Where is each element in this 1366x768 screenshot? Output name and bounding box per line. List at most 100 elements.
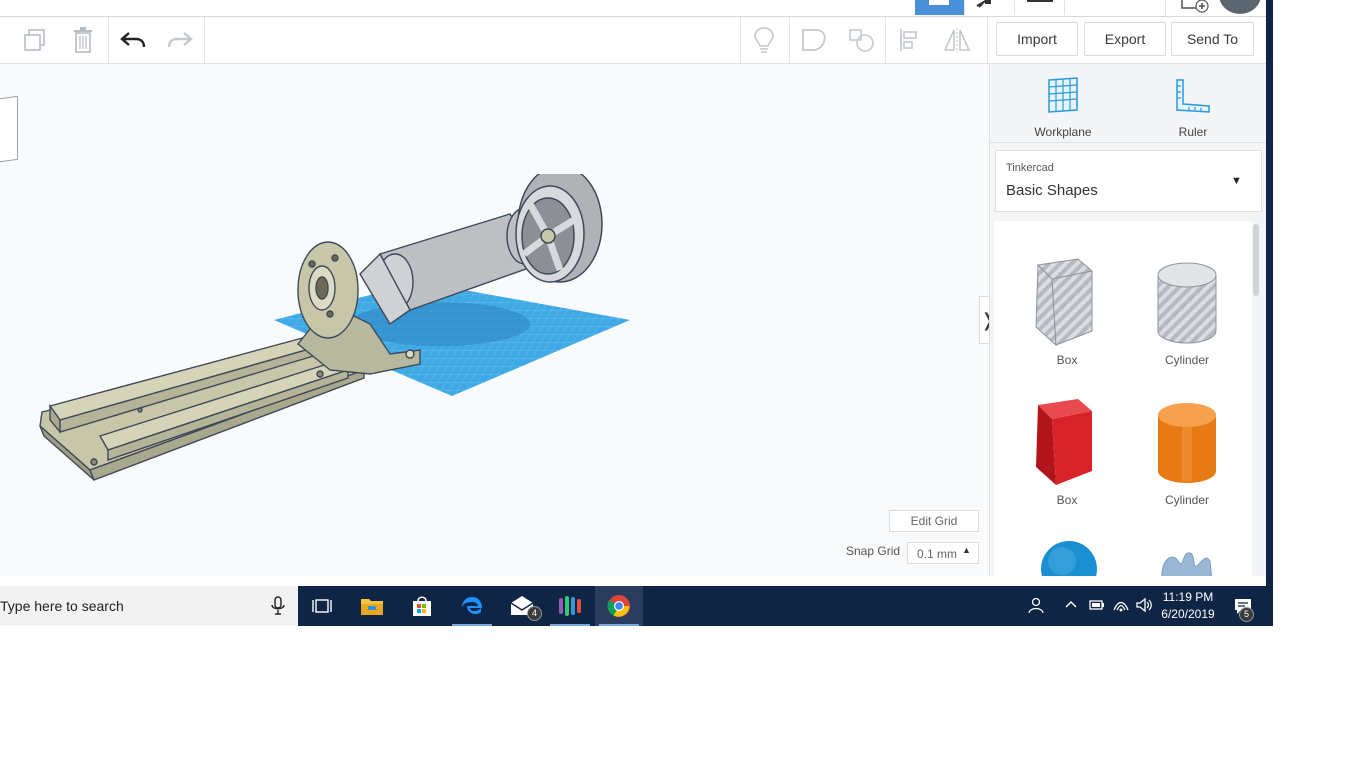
toolbar-separator [789,17,790,63]
3d-design-view-button[interactable] [915,0,964,15]
mail-badge: 4 [527,606,542,621]
chevron-up-icon[interactable] [1064,596,1078,614]
app-running-indicator [550,624,590,626]
chevron-down-icon: ▼ [1231,175,1242,187]
app-running-indicator [599,624,639,626]
bars-app-icon [559,596,581,616]
align-icon [900,29,917,51]
people-icon[interactable] [1027,596,1045,614]
microphone-icon[interactable] [270,596,286,616]
shape-cylinder[interactable]: Cylinder [1132,381,1242,507]
ungroup-icon [849,29,874,52]
task-view-icon [312,599,332,613]
export-button[interactable]: Export [1084,22,1166,56]
shape-label: Box [1056,493,1078,507]
top-strip [0,0,1266,17]
ruler-icon [1176,79,1210,113]
shape-sphere[interactable] [1012,521,1122,576]
shape-box-hole[interactable]: Box [1012,241,1122,367]
code-icon [1027,0,1053,2]
taskbar-clock[interactable]: 11:19 PM 6/20/2019 [1152,589,1224,623]
edit-grid-button[interactable]: Edit Grid [889,510,979,532]
shape-label: Cylinder [1164,353,1209,367]
snap-grid-select[interactable]: 0.1 mm ▲ [907,542,979,564]
wifi-icon[interactable] [1112,596,1130,614]
clock-date: 6/20/2019 [1161,607,1215,621]
chrome-icon [607,595,630,617]
view-cube[interactable]: NT [0,95,18,165]
app-window: Import Export Send To NT [0,0,1266,626]
shape-box[interactable]: Box [1012,381,1122,507]
box-icon [1036,399,1092,485]
taskbar-search-box[interactable]: Type here to search [0,586,298,626]
align-button[interactable] [895,25,925,55]
shape-label: Box [1056,353,1078,367]
cylinder-icon [1158,403,1216,483]
toolbar-separator [740,17,741,63]
chrome-button[interactable] [595,586,643,626]
shape-library-dropdown[interactable]: Tinkercad Basic Shapes ▼ [995,150,1262,212]
fan-duct[interactable] [515,174,603,283]
mail-button[interactable]: 4 [498,586,546,626]
box-hole-icon [1035,258,1094,347]
add-user-icon[interactable] [1180,0,1214,16]
workplane-tool[interactable]: Workplane [1013,76,1113,139]
undo-button[interactable] [118,25,148,55]
app-running-indicator [452,624,492,626]
action-center-button[interactable]: 5 [1226,586,1266,626]
blocks-view-button[interactable] [964,0,1015,15]
mirror-icon [943,28,971,53]
shapes-grid: Box Cylinder Box Cylinder [994,221,1252,576]
toolbar-separator [204,17,205,63]
mirror-button[interactable] [942,25,972,55]
clock-time: 11:19 PM [1162,590,1214,604]
shape-scribble[interactable] [1132,521,1242,576]
grid-view-icon [929,0,949,5]
workplane-label: Workplane [1034,125,1092,139]
ungroup-button[interactable] [847,25,877,55]
group-icon [802,29,826,52]
cylinder-hole-icon [1157,262,1217,344]
top-blank-slot [1064,0,1166,15]
store-icon [413,596,431,616]
window-border [1266,0,1273,626]
delete-button[interactable] [68,25,98,55]
shape-label: Cylinder [1164,493,1209,507]
undo-icon [120,32,146,48]
toolbar: Import Export Send To [0,17,1266,64]
toolbar-separator [108,17,109,63]
task-view-button[interactable] [298,586,346,626]
notification-badge: 5 [1239,607,1254,622]
shapes-panel: Workplane Ruler Tinkercad Basic Shapes ▼ [989,64,1266,576]
caret-up-icon: ▲ [962,545,971,555]
sphere-icon [1041,541,1097,576]
duplicate-button[interactable] [20,25,50,55]
store-button[interactable] [398,586,446,626]
panel-divider [990,142,1266,143]
3d-workspace[interactable]: NT [0,64,989,576]
shape-cylinder-hole[interactable]: Cylinder [1132,241,1242,367]
battery-icon[interactable] [1088,596,1106,614]
ruler-label: Ruler [1178,125,1208,139]
volume-icon[interactable] [1135,596,1153,614]
code-view-button[interactable] [1014,0,1065,15]
scribble-icon [1161,552,1213,576]
search-placeholder: Type here to search [0,598,124,614]
notes-button[interactable] [749,25,779,55]
snap-grid-value: 0.1 mm [917,547,958,561]
lightbulb-icon [754,27,774,53]
edge-button[interactable] [448,586,496,626]
trash-icon [74,27,92,53]
redo-icon [167,32,193,48]
3d-model[interactable] [30,174,650,554]
file-explorer-button[interactable] [348,586,396,626]
import-button[interactable]: Import [996,22,1078,56]
redo-button[interactable] [165,25,195,55]
send-to-button[interactable]: Send To [1171,22,1254,56]
edge-icon [462,597,482,614]
app-bars-button[interactable] [546,586,594,626]
shapes-scrollbar[interactable] [1253,224,1259,296]
group-button[interactable] [799,25,829,55]
ruler-tool[interactable]: Ruler [1143,76,1243,139]
avatar[interactable] [1219,0,1261,14]
